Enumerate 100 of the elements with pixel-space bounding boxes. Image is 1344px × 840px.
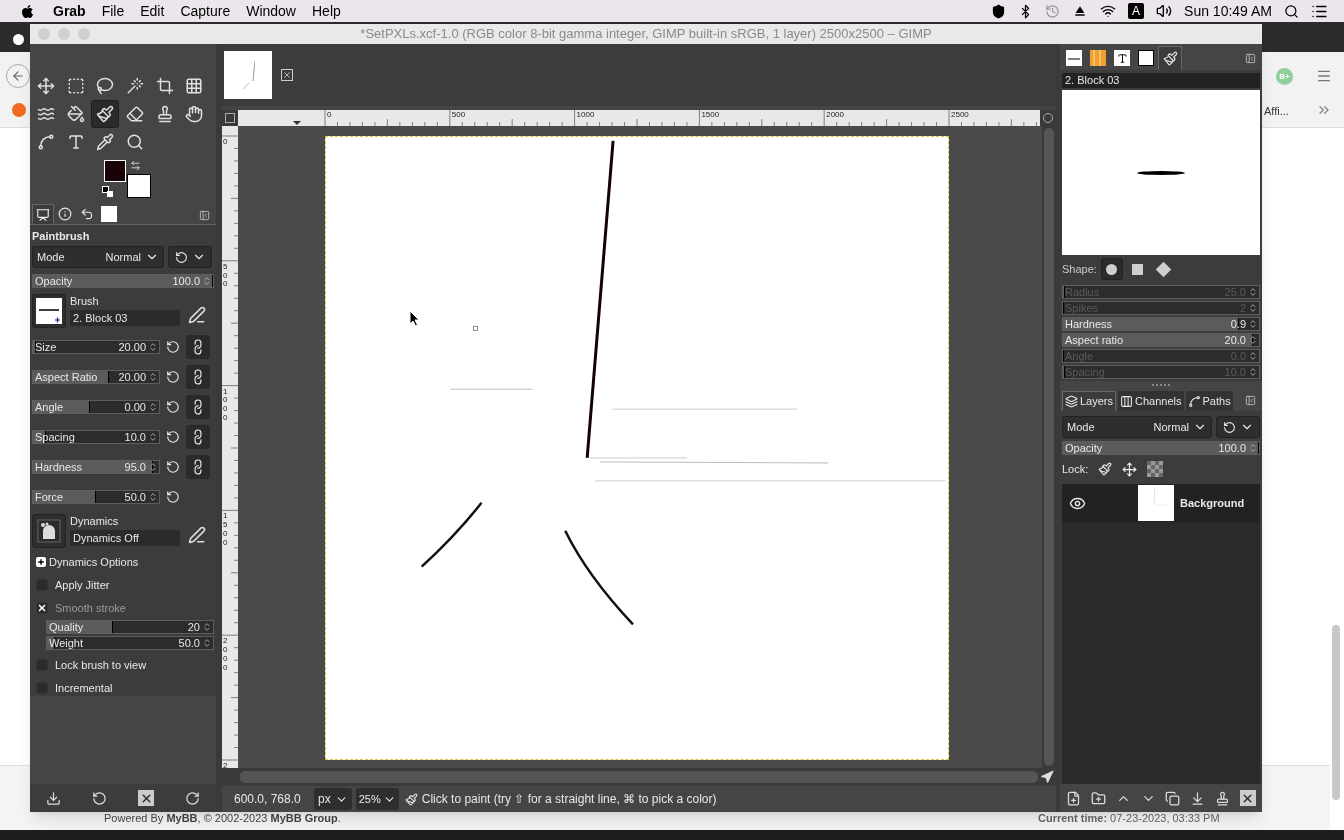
spin-arrows-icon[interactable] [1248,319,1258,329]
new-layer-icon[interactable] [1066,790,1081,806]
slider[interactable]: Hardness 0.9 [1062,317,1260,331]
menu-item[interactable]: Help [312,0,341,22]
slider[interactable]: Spacing 10.0 [32,430,160,444]
dynamics-name-field[interactable]: Dynamics Off [70,530,180,546]
checkerboard-icon[interactable] [1147,461,1164,477]
menu-item[interactable]: Edit [140,0,165,22]
delete-icon[interactable] [1239,790,1256,806]
reset-icon[interactable] [166,340,180,354]
app-menu[interactable]: Grab [53,0,86,22]
move-icon[interactable] [1122,461,1138,477]
save-options-icon[interactable] [45,790,61,806]
swap-colors-icon[interactable] [130,160,141,171]
reset-mode-dropdown[interactable] [168,246,212,268]
shape-option[interactable] [1100,258,1123,280]
search-icon[interactable] [1284,3,1299,19]
slider[interactable]: Hardness 95.0 [32,460,160,474]
brush-name-field[interactable]: 2. Block 03 [1062,73,1260,88]
paintbrush-icon[interactable] [1098,462,1113,476]
slider[interactable]: Opacity 100.0 [32,274,214,288]
panel-tab[interactable]: Layers [1062,391,1117,411]
spin-arrows-icon[interactable] [148,342,158,352]
spin-arrows-icon[interactable] [202,638,212,648]
volume-icon[interactable] [1156,3,1173,19]
chain-toggle[interactable] [186,395,210,419]
reset-icon[interactable] [166,430,180,444]
spin-arrows-icon[interactable] [148,462,158,472]
edit-icon[interactable] [188,526,206,544]
delete-icon[interactable] [138,790,155,806]
reset-mode-dropdown[interactable] [1216,416,1260,438]
window-control-icon[interactable] [13,34,24,45]
panel-tab[interactable] [98,204,120,224]
brush-button[interactable] [32,294,66,328]
panel-tab[interactable] [1158,46,1182,70]
wifi-icon[interactable] [1100,3,1117,19]
chain-toggle[interactable] [186,365,210,389]
collapse-icon[interactable] [1245,395,1256,406]
chain-toggle[interactable] [186,335,210,359]
spin-arrows-icon[interactable] [202,622,212,632]
expander[interactable]: Dynamics Options [32,554,214,570]
collapse-icon[interactable] [199,210,210,221]
collapse-icon[interactable] [1245,53,1256,64]
checkbox-option[interactable]: Lock brush to view [32,657,214,673]
slider[interactable]: Force 50.0 [32,490,160,504]
paintbrush-icon [1162,51,1178,66]
menu-item[interactable]: Capture [180,0,231,22]
chain-toggle[interactable] [186,455,210,479]
zoom-dropdown[interactable]: 25% [355,788,399,810]
slider[interactable]: Aspect ratio 20.0 [1062,333,1260,347]
spin-arrows-icon[interactable] [148,432,158,442]
stamp-icon[interactable] [1215,790,1231,806]
menu-icon[interactable] [1316,68,1332,84]
apple-icon[interactable] [20,3,35,19]
bookmark-link[interactable]: Affi... [1264,103,1289,120]
unit-dropdown[interactable]: px [314,788,352,810]
close-tab-icon[interactable] [281,69,293,81]
tool-button[interactable] [91,100,120,128]
panel-tab[interactable] [32,204,54,224]
spin-arrows-icon[interactable] [148,492,158,502]
menu-item[interactable]: File [101,0,125,22]
panel-tab[interactable]: Paths [1185,391,1233,411]
reset-icon[interactable] [166,490,180,504]
slider[interactable]: Opacity 100.0 [1062,441,1260,455]
duplicate-icon[interactable] [1165,790,1181,806]
panel-tab[interactable]: Channels [1118,391,1184,411]
mode-dropdown[interactable]: Mode Normal [32,246,164,268]
reset-options-icon[interactable] [185,790,201,806]
new-group-icon[interactable] [1090,790,1106,806]
menu-item[interactable]: Window [246,0,296,22]
foreground-color-swatch[interactable] [104,160,126,182]
page-scrollbar-thumb[interactable] [1332,625,1340,800]
restore-options-icon[interactable] [91,790,107,806]
slider[interactable]: Aspect Ratio 20.00 [32,370,160,384]
edit-icon[interactable] [188,306,206,324]
spin-arrows-icon[interactable] [148,402,158,412]
spin-arrows-icon[interactable] [148,372,158,382]
ruler-label: 1500 [223,512,229,548]
horizontal-scrollbar[interactable] [240,771,1038,783]
slider[interactable]: Angle 0.00 [32,400,160,414]
menu-clock[interactable]: Sun 10:49 AM [1184,0,1272,22]
background-color-swatch[interactable] [127,174,151,198]
checkbox-option[interactable]: Incremental [32,680,214,696]
channels-icon [1120,394,1134,408]
reset-icon[interactable] [166,460,180,474]
slider[interactable]: Size 20.00 [32,340,160,354]
layer-row[interactable]: Background [1062,484,1260,522]
reset-icon[interactable] [166,400,180,414]
chain-toggle[interactable] [186,425,210,449]
mode-dropdown[interactable]: Mode Normal [1062,416,1212,438]
dynamics-button[interactable] [32,514,66,548]
default-colors-icon[interactable] [102,186,114,198]
shield-icon[interactable] [991,3,1007,19]
reset-icon[interactable] [166,370,180,384]
brush-name-field[interactable]: 2. Block 03 [70,310,180,326]
navigate-icon[interactable] [1040,770,1054,784]
checkbox-option[interactable]: Apply Jitter [32,577,214,593]
input-source-indicator[interactable]: A [1128,3,1145,19]
spin-arrows-icon[interactable] [1248,335,1258,345]
quick-mask-toggle[interactable] [222,110,238,126]
